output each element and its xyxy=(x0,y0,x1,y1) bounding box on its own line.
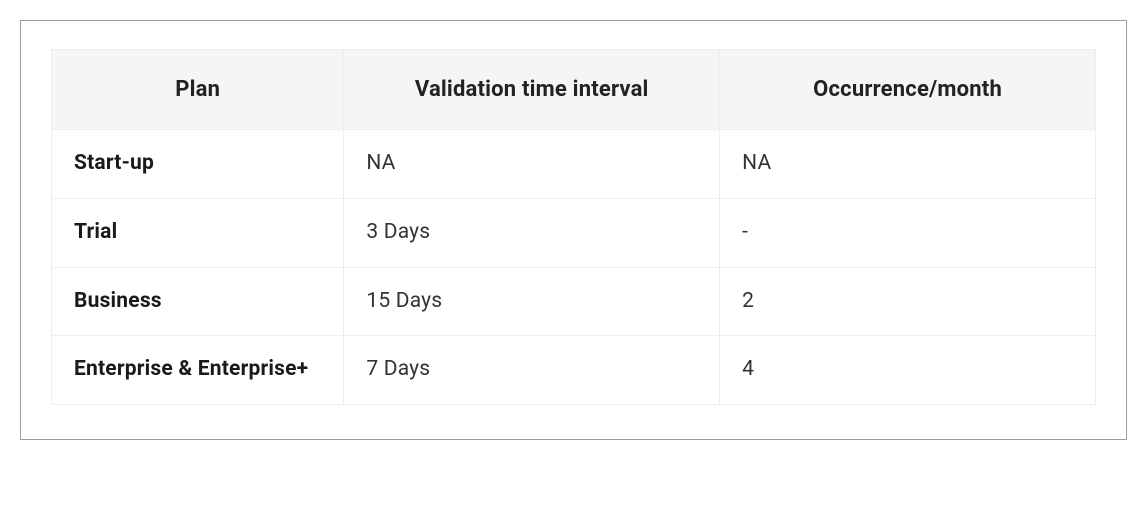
cell-plan: Trial xyxy=(52,198,344,267)
table-frame: Plan Validation time interval Occurrence… xyxy=(20,20,1127,440)
cell-plan: Start-up xyxy=(52,130,344,199)
table-row: Enterprise & Enterprise+ 7 Days 4 xyxy=(52,336,1096,405)
table-row: Trial 3 Days - xyxy=(52,198,1096,267)
table-row: Start-up NA NA xyxy=(52,130,1096,199)
table-header-row: Plan Validation time interval Occurrence… xyxy=(52,50,1096,130)
col-header-occurrence: Occurrence/month xyxy=(720,50,1096,130)
table-row: Business 15 Days 2 xyxy=(52,267,1096,336)
cell-interval: 3 Days xyxy=(344,198,720,267)
cell-interval: NA xyxy=(344,130,720,199)
plans-table: Plan Validation time interval Occurrence… xyxy=(51,49,1096,405)
col-header-interval: Validation time interval xyxy=(344,50,720,130)
cell-plan: Business xyxy=(52,267,344,336)
cell-interval: 15 Days xyxy=(344,267,720,336)
cell-occurrence: - xyxy=(720,198,1096,267)
cell-plan: Enterprise & Enterprise+ xyxy=(52,336,344,405)
cell-occurrence: 4 xyxy=(720,336,1096,405)
cell-occurrence: NA xyxy=(720,130,1096,199)
cell-occurrence: 2 xyxy=(720,267,1096,336)
cell-interval: 7 Days xyxy=(344,336,720,405)
col-header-plan: Plan xyxy=(52,50,344,130)
